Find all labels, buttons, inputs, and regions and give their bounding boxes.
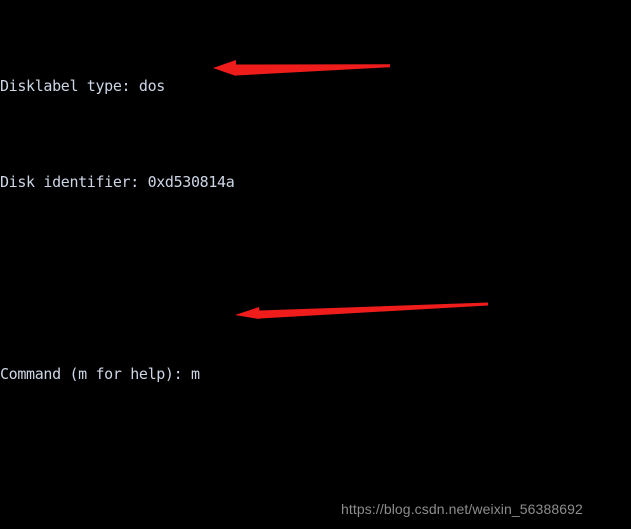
disklabel-type-line: Disklabel type: dos	[0, 77, 165, 95]
terminal-window: Disklabel type: dos Disk identifier: 0xd…	[0, 0, 631, 529]
terminal-output: Disklabel type: dos Disk identifier: 0xd…	[0, 0, 631, 529]
disk-identifier-line: Disk identifier: 0xd530814a	[0, 173, 235, 191]
csdn-watermark: https://blog.csdn.net/weixin_56388692	[341, 501, 583, 517]
command-prompt-line[interactable]: Command (m for help): m	[0, 362, 631, 386]
